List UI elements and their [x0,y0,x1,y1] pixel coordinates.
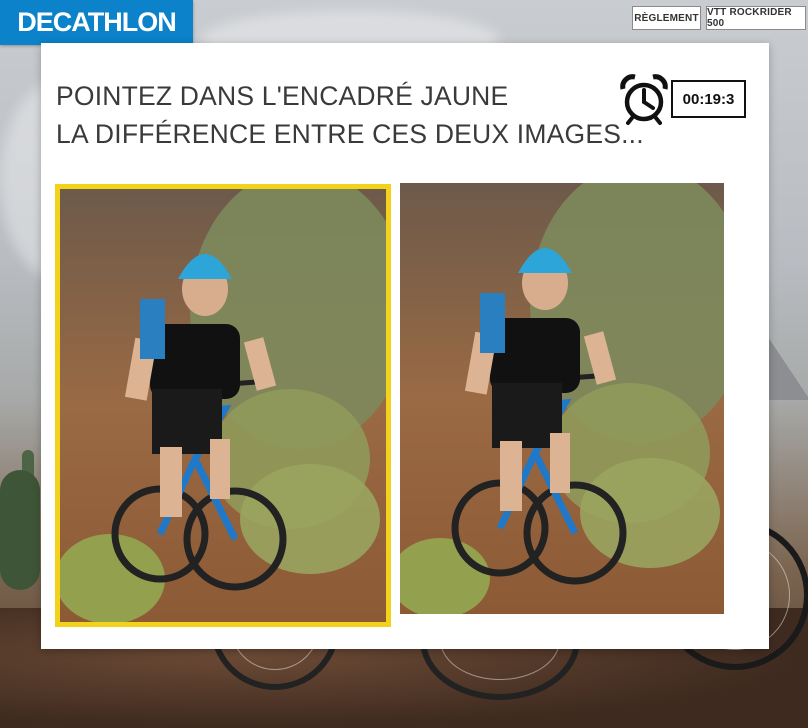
vtt-rockrider-button[interactable]: VTT ROCKRIDER 500 [706,6,806,30]
left-image-highlighted[interactable] [55,184,391,627]
instruction-line-2: LA DIFFÉRENCE ENTRE CES DEUX IMAGES... [56,119,644,149]
game-panel: POINTEZ DANS L'ENCADRÉ JAUNE LA DIFFÉREN… [41,43,769,649]
right-image[interactable] [400,183,724,614]
timer-display: 00:19:3 [671,80,746,118]
decathlon-logo[interactable]: DECATHLON [0,0,193,45]
biker-photo [60,189,386,622]
rules-button[interactable]: RÈGLEMENT [632,6,701,30]
biker-photo [400,183,724,614]
instruction-text: POINTEZ DANS L'ENCADRÉ JAUNE LA DIFFÉREN… [56,77,644,153]
background-shrub [0,470,40,590]
instruction-line-1: POINTEZ DANS L'ENCADRÉ JAUNE [56,81,509,111]
alarm-clock-icon [619,73,669,125]
